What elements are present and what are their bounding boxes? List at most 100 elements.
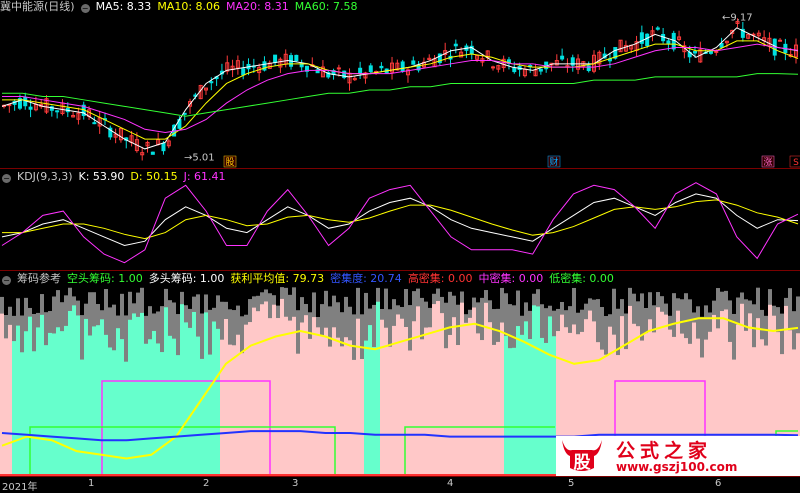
chip-bar (416, 306, 420, 477)
kdj-panel[interactable]: − KDJ(9,3,3) K: 53.90 D: 50.15 J: 61.41 (0, 168, 800, 270)
chip-bar (548, 316, 552, 477)
chip-bar (176, 355, 180, 477)
chip-label-3: 获利平均值: 79.73 (230, 272, 325, 285)
candle-body (92, 122, 97, 125)
chip-bar (428, 327, 432, 477)
chip-bar (192, 311, 196, 477)
chip-bar (292, 316, 296, 477)
chip-bar (164, 307, 168, 477)
date-axis: 2021年 1 2 3 4 5 6 (0, 476, 800, 493)
chip-bar (200, 358, 204, 477)
chip-label-2: 多头筹码: 1.00 (148, 272, 225, 285)
chip-bar (364, 340, 368, 477)
candle-body (708, 51, 713, 54)
chip-bar (424, 327, 428, 477)
chip-bar (216, 328, 220, 477)
low-label: →5.01 (184, 152, 215, 163)
chip-bar (520, 334, 524, 477)
chip-bar (440, 313, 444, 477)
chip-bar (544, 342, 548, 477)
chip-bar (220, 339, 224, 477)
chip-bar (420, 339, 424, 477)
candle-body (560, 55, 565, 60)
chip-bar (356, 318, 360, 477)
collapse-icon[interactable]: − (2, 174, 11, 183)
chip-bar (120, 339, 124, 477)
chip-bar (212, 321, 216, 477)
chip-bar (456, 345, 460, 477)
chip-bar (500, 322, 504, 477)
chip-bar (348, 340, 352, 477)
chip-bar (20, 352, 24, 477)
chip-bar (256, 311, 260, 477)
chip-bar (12, 341, 16, 477)
chip-bar (8, 324, 12, 477)
signal-marker-2: 涨 (763, 157, 772, 168)
price-chart[interactable]: ←9.17 →5.01 股 财 涨 S (0, 0, 800, 168)
chip-bar (152, 330, 156, 477)
chip-bar (252, 307, 256, 477)
chip-bar (284, 316, 288, 477)
chip-bar (172, 338, 176, 477)
chip-label-0: 筹码参考 (17, 272, 61, 285)
chip-bar (116, 328, 120, 477)
kdj-panel-header: − KDJ(9,3,3) K: 53.90 D: 50.15 J: 61.41 (0, 170, 238, 184)
chip-bar (232, 345, 236, 477)
chip-bar (132, 313, 136, 477)
chip-bar (56, 327, 60, 477)
chip-bar (224, 318, 228, 477)
kdj-label-3: J: 61.41 (183, 170, 226, 183)
candle-body (400, 61, 405, 72)
candle-body (273, 54, 278, 63)
chip-bar (340, 346, 344, 477)
collapse-icon[interactable]: − (2, 276, 11, 285)
chip-label-4: 密集度: 20.74 (330, 272, 402, 285)
ma-label-2: MA20: 8.31 (226, 0, 289, 13)
price-panel[interactable]: ←9.17 →5.01 股 财 涨 S 冀中能源(日线) − MA5: 8.33 MA10: 8… (0, 0, 800, 168)
candle-body (666, 40, 671, 44)
chip-bar (384, 327, 388, 477)
chip-bar (168, 335, 172, 477)
chip-bar (432, 304, 436, 477)
chip-bar (504, 335, 508, 477)
candle-body (693, 51, 698, 54)
chip-bar (124, 361, 128, 477)
chip-bar (388, 346, 392, 477)
ma-label-0: MA5: 8.33 (95, 0, 152, 13)
chip-bar (112, 350, 116, 477)
ma-label-1: MA10: 8.06 (157, 0, 221, 13)
chip-label-5: 高密集: 0.00 (407, 272, 473, 285)
chip-bar (448, 334, 452, 477)
chip-panel-header: − 筹码参考 空头筹码: 1.00 多头筹码: 1.00 获利平均值: 79.73 密集度… (0, 272, 800, 286)
chip-bar (312, 317, 316, 477)
ma-label-3: MA60: 7.58 (294, 0, 358, 13)
chip-bar (88, 335, 92, 477)
chip-bar (0, 313, 4, 477)
candle-body (358, 67, 363, 74)
chip-bar (492, 344, 496, 477)
candle-body (645, 33, 650, 47)
chip-bar (24, 331, 28, 477)
chip-bar (328, 346, 332, 477)
kdj-chart[interactable] (0, 169, 800, 270)
candle-body (241, 68, 246, 76)
chip-bar (396, 314, 400, 477)
collapse-icon[interactable]: − (80, 4, 90, 13)
chip-bar (300, 322, 304, 477)
candle-body (294, 54, 299, 62)
chip-bar (128, 319, 132, 477)
chip-bar (288, 320, 292, 477)
chip-bar (408, 350, 412, 477)
candle-body (209, 81, 214, 84)
candle-body (28, 106, 33, 110)
chip-label-1: 空头筹码: 1.00 (67, 272, 143, 285)
chip-bar (180, 304, 184, 477)
candle-body (411, 60, 416, 65)
candle-body (778, 39, 783, 42)
stock-title: 冀中能源(日线) (0, 0, 75, 13)
chip-bar (540, 337, 544, 477)
chip-bar (80, 359, 84, 477)
chip-bar (36, 327, 40, 477)
chip-bar (452, 317, 456, 477)
candle-body (453, 43, 458, 47)
